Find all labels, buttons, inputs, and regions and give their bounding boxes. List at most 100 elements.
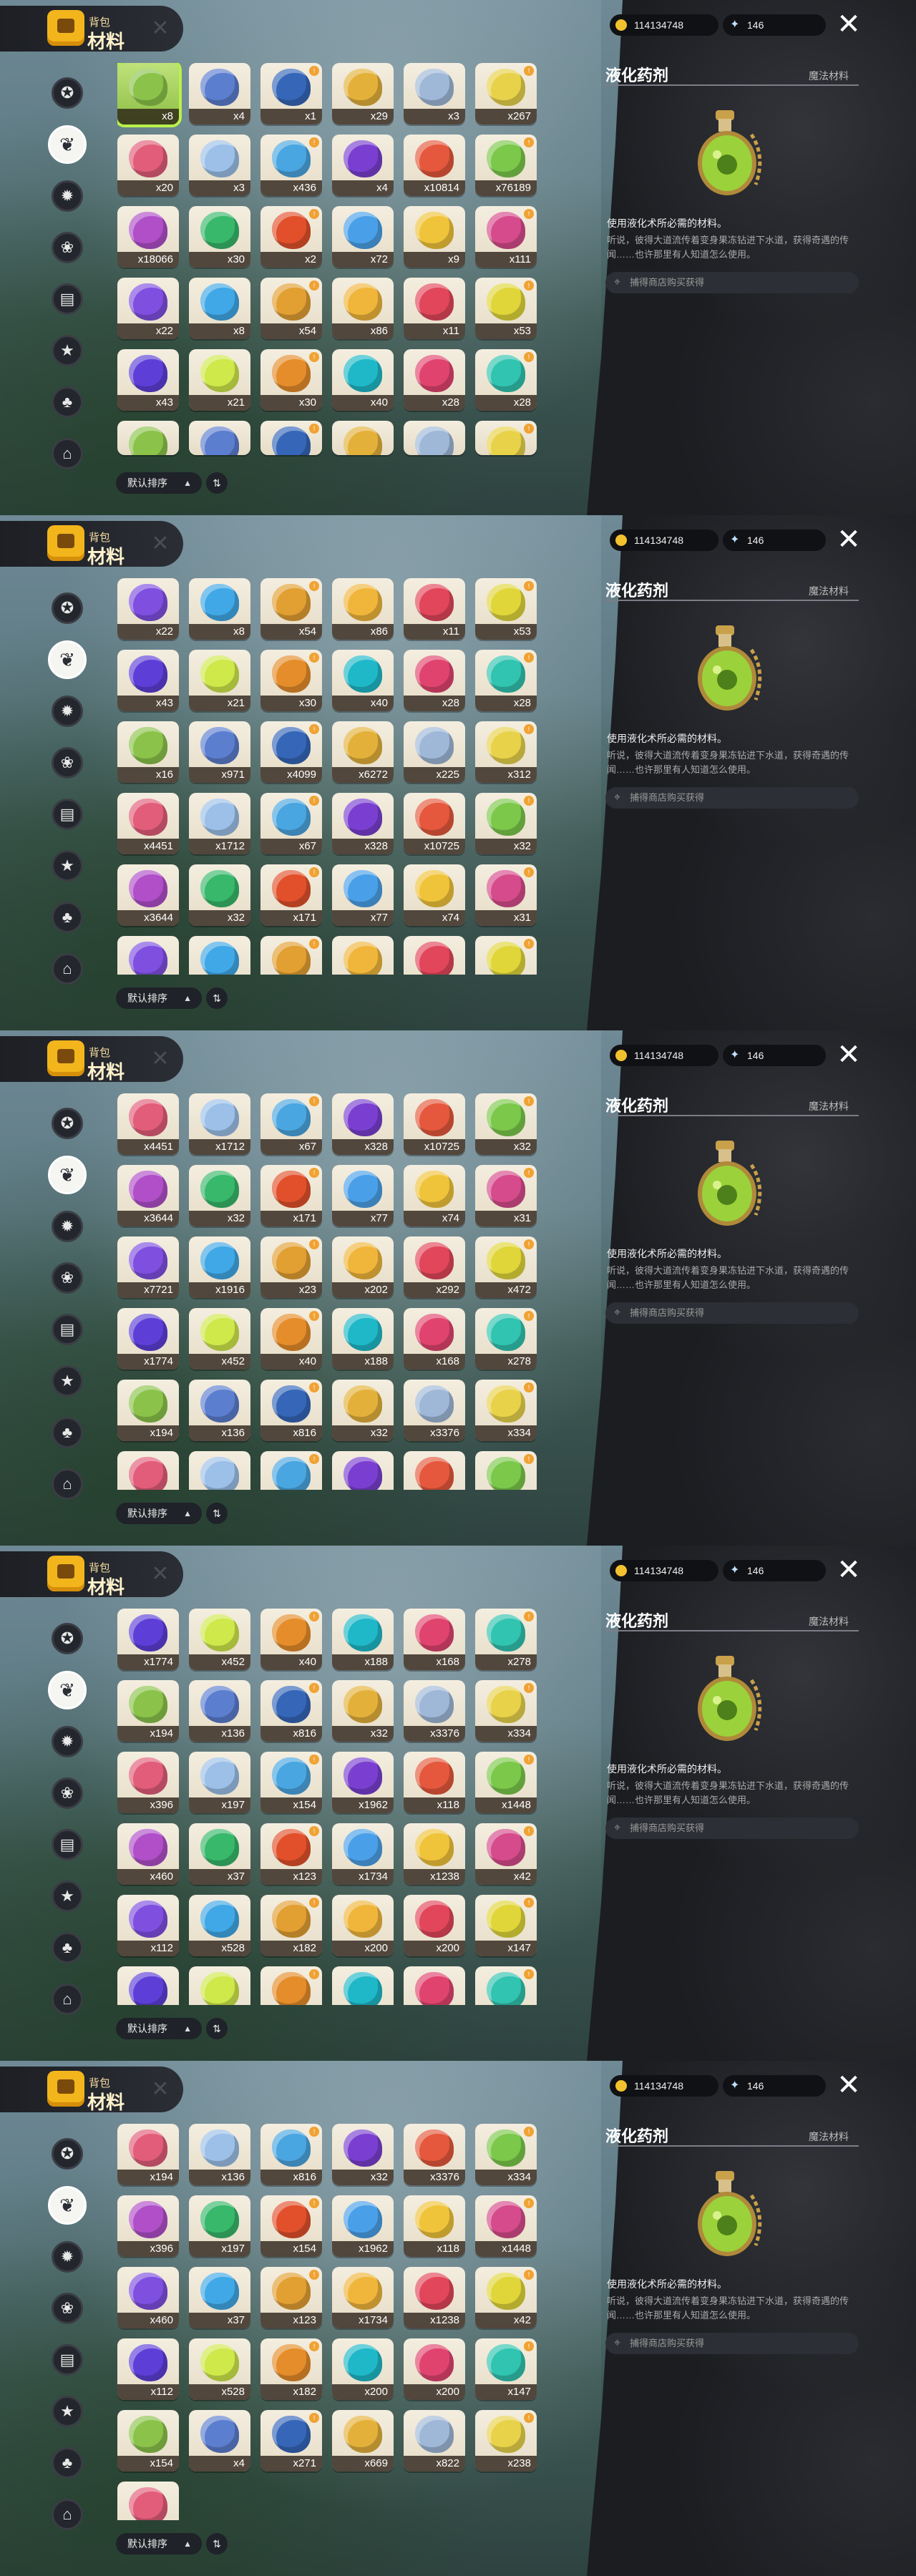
item-slot[interactable]: x669 — [332, 2410, 394, 2472]
item-slot[interactable]: x197 — [189, 1752, 250, 1813]
item-slot[interactable]: ! x4099 — [260, 721, 322, 783]
item-slot[interactable]: x452 — [189, 1308, 250, 1370]
sidebar-star-icon[interactable]: ★ — [52, 1365, 83, 1397]
item-slot[interactable]: x200 — [332, 1895, 394, 1956]
bag-category-tab[interactable]: 背包 材料 ✕ — [0, 1036, 183, 1083]
item-slot[interactable]: x328 — [332, 793, 394, 854]
sidebar-gear-icon[interactable]: ✹ — [52, 1211, 83, 1242]
item-slot[interactable]: x1734 — [332, 1823, 394, 1885]
item-slot[interactable]: ! x267 — [475, 63, 537, 125]
item-slot[interactable]: !x271 — [260, 2410, 322, 2472]
sidebar-pot-icon[interactable]: ⌂ — [52, 953, 83, 985]
obtain-hint[interactable]: 捕得商店购买获得 — [605, 1818, 859, 1839]
sidebar-leaf-icon[interactable]: ❦ — [48, 2186, 87, 2225]
item-slot[interactable]: ! — [260, 421, 322, 455]
item-slot[interactable]: x194 — [117, 2124, 179, 2185]
close-icon[interactable]: ✕ — [834, 2071, 863, 2099]
item-slot[interactable]: x74 — [404, 864, 465, 926]
item-slot[interactable]: x822 — [404, 1966, 465, 2005]
item-slot[interactable]: x37 — [189, 2267, 250, 2328]
item-slot[interactable]: ! x40 — [260, 1609, 322, 1670]
item-slot[interactable]: ! x123 — [260, 2267, 322, 2328]
sort-dropdown[interactable]: 默认排序 ▲ — [116, 2018, 202, 2039]
bag-category-tab[interactable]: 背包 材料 ✕ — [0, 6, 183, 52]
item-slot[interactable]: !x154 — [260, 1451, 322, 1490]
item-slot[interactable]: ! x1448 — [475, 1752, 537, 1813]
tab-close-icon[interactable]: ✕ — [147, 1561, 173, 1587]
item-slot[interactable]: x396 — [117, 1752, 179, 1813]
tab-close-icon[interactable]: ✕ — [147, 531, 173, 557]
item-slot[interactable]: x7721 — [117, 1236, 179, 1298]
item-slot[interactable]: x200 — [404, 1895, 465, 1956]
item-slot[interactable]: !x154 — [260, 1752, 322, 1813]
item-slot[interactable]: ! x67 — [260, 793, 322, 854]
item-slot[interactable] — [117, 421, 179, 455]
tab-close-icon[interactable]: ✕ — [147, 16, 173, 42]
item-slot[interactable]: x1916 — [189, 1236, 250, 1298]
item-slot[interactable]: x77 — [332, 1165, 394, 1226]
sort-toggle-icon[interactable]: ⇅ — [206, 2533, 228, 2555]
bag-category-tab[interactable]: 背包 材料 ✕ — [0, 521, 183, 567]
item-slot[interactable]: x136 — [189, 1380, 250, 1441]
item-slot[interactable]: x202 — [332, 1236, 394, 1298]
sidebar-paw-icon[interactable]: ❀ — [52, 747, 83, 779]
item-slot[interactable]: x28 — [404, 349, 465, 411]
item-slot[interactable]: x21 — [189, 650, 250, 711]
item-slot[interactable]: ! x182 — [260, 1895, 322, 1956]
item-slot[interactable]: ! x23 — [260, 1236, 322, 1298]
sidebar-paw-icon[interactable]: ❀ — [52, 1777, 83, 1809]
item-slot[interactable]: x292 — [404, 1236, 465, 1298]
item-slot[interactable]: x4 — [332, 135, 394, 196]
sidebar-box-icon[interactable]: ▤ — [52, 283, 83, 315]
sort-toggle-icon[interactable]: ⇅ — [206, 2018, 228, 2039]
item-slot[interactable]: x28 — [404, 650, 465, 711]
item-slot[interactable]: x3376 — [404, 2124, 465, 2185]
item-slot[interactable]: ! x816 — [260, 1380, 322, 1441]
item-slot[interactable]: ! x76189 — [475, 135, 537, 196]
item-slot[interactable]: ! x334 — [475, 1680, 537, 1742]
item-slot[interactable] — [332, 421, 394, 455]
item-slot[interactable]: x292 — [404, 936, 465, 975]
item-slot[interactable]: x194 — [117, 1680, 179, 1742]
item-slot[interactable]: x11 — [404, 578, 465, 640]
item-slot[interactable]: x37 — [189, 1823, 250, 1885]
item-slot[interactable] — [189, 421, 250, 455]
item-slot[interactable]: ! x182 — [260, 2338, 322, 2400]
sidebar-pot-icon[interactable]: ⌂ — [52, 1984, 83, 2015]
item-slot[interactable]: x3376 — [404, 1680, 465, 1742]
item-slot[interactable]: ! x28 — [475, 650, 537, 711]
sidebar-gear-icon[interactable]: ✹ — [52, 180, 83, 212]
close-icon[interactable]: ✕ — [834, 525, 863, 554]
item-slot[interactable]: ! x123 — [260, 1823, 322, 1885]
item-slot[interactable]: x32 — [189, 864, 250, 926]
item-slot[interactable]: x18066 — [117, 206, 179, 268]
item-slot[interactable]: ! x53 — [475, 578, 537, 640]
item-slot[interactable]: ! x40 — [260, 1308, 322, 1370]
sidebar-acorn-icon[interactable]: ♣ — [52, 902, 83, 933]
item-slot[interactable]: x168 — [404, 1308, 465, 1370]
item-slot[interactable]: !x271 — [260, 1966, 322, 2005]
item-slot[interactable]: x40 — [332, 349, 394, 411]
item-slot[interactable]: x10725 — [404, 1093, 465, 1155]
close-icon[interactable]: ✕ — [834, 10, 863, 39]
sidebar-acorn-icon[interactable]: ♣ — [52, 2447, 83, 2479]
item-slot[interactable]: x3 — [189, 135, 250, 196]
item-slot[interactable]: ! x278 — [475, 1308, 537, 1370]
item-slot[interactable]: x225 — [404, 721, 465, 783]
item-slot[interactable]: x168 — [404, 1609, 465, 1670]
item-slot[interactable]: x8 — [189, 578, 250, 640]
item-slot[interactable] — [404, 421, 465, 455]
item-slot[interactable]: x136 — [189, 2124, 250, 2185]
item-slot[interactable]: x971 — [189, 721, 250, 783]
item-slot[interactable]: x822 — [404, 2410, 465, 2472]
item-slot[interactable]: ! x32 — [475, 1093, 537, 1155]
obtain-hint[interactable]: 捕得商店购买获得 — [605, 272, 859, 293]
item-slot[interactable]: ! x1 — [260, 63, 322, 125]
sidebar-acorn-icon[interactable]: ♣ — [52, 1417, 83, 1448]
item-slot[interactable]: x11 — [404, 278, 465, 339]
item-slot[interactable]: x29 — [332, 63, 394, 125]
item-slot[interactable]: x136 — [189, 1680, 250, 1742]
sidebar-gear-icon[interactable]: ✹ — [52, 2241, 83, 2273]
item-slot[interactable]: x1734 — [332, 2267, 394, 2328]
sidebar-acorn-icon[interactable]: ♣ — [52, 386, 83, 418]
